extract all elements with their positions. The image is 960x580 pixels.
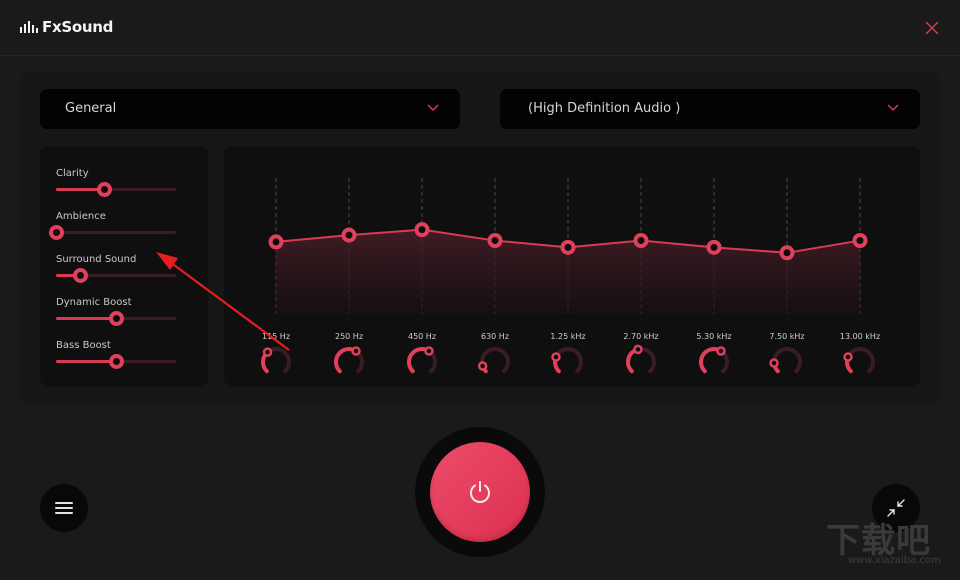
chevron-down-icon	[427, 104, 439, 112]
watermark-url: www.xiazaiba.com	[848, 555, 941, 566]
preset-dropdown-value: General	[65, 101, 117, 116]
slider-thumb[interactable]	[109, 311, 124, 326]
eq-band-knob[interactable]	[261, 347, 291, 374]
effect-label: Ambience	[56, 211, 106, 222]
eq-band-handle[interactable]	[852, 233, 868, 249]
bass-boost-slider[interactable]	[56, 354, 176, 369]
eq-band-knob[interactable]	[407, 346, 437, 374]
eq-band-knob[interactable]	[477, 347, 510, 374]
surround-sound-slider[interactable]	[56, 268, 176, 283]
close-icon	[925, 21, 939, 35]
effect-label: Dynamic Boost	[56, 297, 132, 308]
equalizer-bars-icon	[20, 21, 38, 33]
collapse-arrows-icon	[887, 499, 905, 517]
power-button-ring	[415, 427, 545, 557]
title-bar: FxSound	[0, 0, 960, 56]
hamburger-menu-icon	[55, 502, 73, 517]
eq-frequency-label: 630 Hz	[480, 332, 510, 341]
app-title: FxSound	[42, 18, 114, 36]
slider-thumb[interactable]	[97, 182, 112, 197]
eq-frequency-label: 2.70 kHz	[623, 332, 659, 341]
device-dropdown-value: (High Definition Audio )	[528, 101, 681, 116]
eq-band-knob[interactable]	[334, 346, 364, 374]
effect-label: Bass Boost	[56, 340, 111, 351]
eq-band-knob[interactable]	[551, 347, 583, 374]
eq-band-handle[interactable]	[633, 233, 649, 249]
eq-frequency-label: 7.50 kHz	[769, 332, 805, 341]
effect-label: Surround Sound	[56, 254, 137, 265]
eq-frequency-label: 5.30 kHz	[696, 332, 732, 341]
eq-band-handle[interactable]	[487, 233, 503, 249]
eq-frequency-label: 250 Hz	[334, 332, 364, 341]
equalizer-graph	[261, 178, 875, 374]
eq-band-handle[interactable]	[341, 227, 357, 243]
eq-band-knob[interactable]	[699, 346, 729, 374]
eq-band-handle[interactable]	[414, 222, 430, 238]
effects-panel: Clarity Ambience Surround Sound Dynamic …	[40, 146, 208, 386]
app-logo: FxSound	[20, 18, 113, 36]
chevron-down-icon	[887, 104, 899, 112]
dynamic-boost-slider[interactable]	[56, 311, 176, 326]
equalizer-panel: 115 Hz 250 Hz 450 Hz 630 Hz 1.25 kHz 2.70 kHz…	[224, 146, 920, 386]
slider-thumb[interactable]	[73, 268, 88, 283]
preset-dropdown[interactable]: General	[40, 89, 460, 129]
eq-band-handle[interactable]	[779, 245, 795, 261]
power-button[interactable]	[430, 442, 530, 542]
eq-frequency-label: 13.00 kHz	[839, 332, 881, 341]
slider-thumb[interactable]	[49, 225, 64, 240]
ambience-slider[interactable]	[49, 225, 176, 240]
slider-thumb[interactable]	[109, 354, 124, 369]
eq-frequency-label: 1.25 kHz	[550, 332, 586, 341]
close-button[interactable]	[922, 18, 942, 38]
eq-frequency-label: 115 Hz	[261, 332, 291, 341]
fxsound-window: FxSound General (High Definition Audio )…	[0, 0, 960, 580]
eq-band-handle[interactable]	[268, 234, 284, 250]
eq-band-knob[interactable]	[769, 347, 802, 374]
clarity-slider[interactable]	[56, 182, 176, 197]
eq-band-handle[interactable]	[560, 239, 576, 255]
eq-band-handle[interactable]	[706, 239, 722, 255]
eq-frequency-label: 450 Hz	[407, 332, 437, 341]
menu-button[interactable]	[40, 484, 88, 532]
effect-label: Clarity	[56, 168, 89, 179]
device-dropdown[interactable]: (High Definition Audio )	[500, 89, 920, 129]
collapse-button[interactable]	[872, 484, 920, 532]
eq-band-knob[interactable]	[626, 344, 656, 374]
power-icon	[470, 481, 490, 503]
eq-band-knob[interactable]	[843, 347, 875, 374]
